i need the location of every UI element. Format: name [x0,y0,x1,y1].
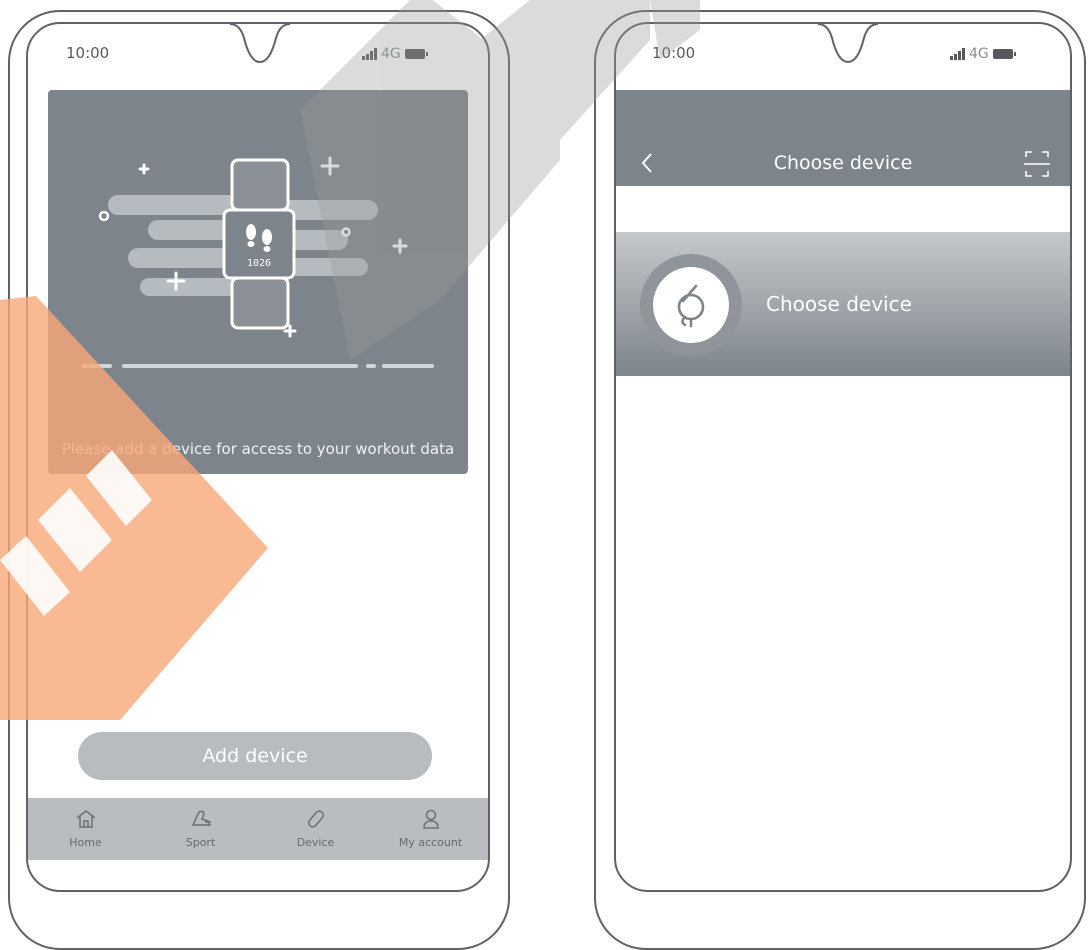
device-list-item[interactable]: Choose device [616,232,1070,376]
status-network: 4G [362,46,428,62]
tab-label: Device [296,836,335,849]
left-notch [230,23,290,64]
device-circle-icon [640,254,742,356]
tab-label: My account [398,836,463,849]
sport-icon [191,810,211,826]
tab-my-account[interactable]: My account [373,798,488,860]
tab-sport[interactable]: Sport [143,798,258,860]
add-device-button[interactable]: Add device [78,732,432,780]
tab-home[interactable]: Home [28,798,143,860]
home-icon [76,810,95,828]
watch-illustration: 1026 [82,156,434,368]
battery-icon [992,49,1016,59]
status-time: 10:00 [66,44,110,62]
step-count: 1026 [247,258,271,269]
scan-icon[interactable] [1024,150,1050,178]
empty-state-message: Please add a device for access to your w… [61,440,455,458]
status-time: 10:00 [652,44,696,62]
person-icon [422,809,439,829]
signal-icon [950,48,965,60]
right-notch [818,23,878,64]
empty-state-card: 1026 Please add a device for access to y… [48,90,468,474]
navigation-bar: Choose device [616,90,1070,186]
tab-label: Sport [185,836,216,849]
status-network: 4G [950,46,1016,62]
signal-icon [362,48,377,60]
device-icon [307,810,324,828]
page-title: Choose device [773,152,913,174]
battery-icon [404,49,428,59]
tab-device[interactable]: Device [258,798,373,860]
bottom-tab-bar: Home Sport Device My account [28,798,488,860]
network-label: 4G [381,46,401,62]
device-row-label: Choose device [766,292,912,316]
network-label: 4G [969,46,989,62]
tab-label: Home [69,836,102,849]
